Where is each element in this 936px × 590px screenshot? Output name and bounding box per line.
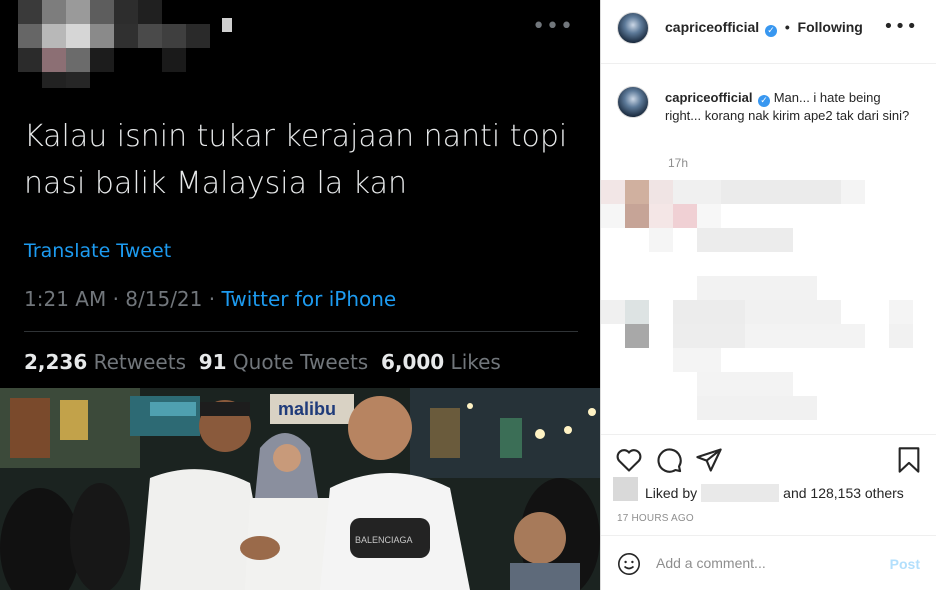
avatar[interactable]: [617, 12, 649, 44]
following-button[interactable]: Following: [798, 19, 863, 35]
actions-divider: [601, 434, 936, 435]
share-icon[interactable]: [695, 446, 723, 474]
comment-input[interactable]: [656, 555, 876, 571]
caption-username[interactable]: capriceofficial: [665, 90, 752, 105]
post-button[interactable]: Post: [890, 556, 920, 572]
tweet-source: Twitter for iPhone: [221, 287, 397, 311]
photo-illustration: malibu BALENCIAGA: [0, 388, 600, 590]
tweet-stats: 2,236 Retweets 91 Quote Tweets 6,000 Lik…: [24, 350, 501, 374]
blurred-liker-name[interactable]: [701, 484, 780, 502]
tweet-time: 1:21 AM · 8/15/21 ·: [24, 287, 222, 311]
retweets-count: 2,236: [24, 350, 88, 374]
caption-time: 17h: [668, 156, 689, 170]
quote-label: Quote Tweets: [226, 350, 381, 374]
likes-count: 6,000: [380, 350, 445, 374]
tweet-more-icon: •••: [532, 14, 574, 39]
caption-avatar[interactable]: [617, 86, 649, 118]
blurred-comments: [601, 180, 936, 430]
balenciaga-bag-text: BALENCIAGA: [355, 535, 413, 545]
malibu-sign-text: malibu: [278, 399, 336, 419]
event-photo: malibu BALENCIAGA: [0, 388, 600, 590]
blurred-tweet-author: [18, 0, 232, 88]
tweet-text: Kalau isnin tukar kerajaan nanti topi na…: [24, 119, 568, 201]
emoji-icon[interactable]: [617, 552, 641, 576]
verified-badge-icon: ✓: [765, 25, 778, 37]
post-media[interactable]: ••• Kalau isnin tukar kerajaan nanti top…: [0, 0, 601, 590]
likes-summary: Liked by and 128,153 others: [645, 484, 936, 502]
comment-icon[interactable]: [655, 446, 683, 474]
post-timestamp[interactable]: 17 HOURS AGO: [617, 513, 694, 524]
tweet-divider: [24, 331, 578, 332]
liker-avatar[interactable]: [613, 477, 638, 501]
heart-icon[interactable]: [615, 446, 643, 474]
quote-count: 91: [198, 350, 227, 374]
header-dot: •: [780, 19, 794, 35]
header-divider: [601, 63, 936, 64]
comment-bar: Post: [601, 535, 936, 590]
likes-label: Likes: [444, 350, 501, 374]
header-username[interactable]: capriceofficial: [665, 19, 759, 35]
more-options-icon[interactable]: •••: [883, 16, 918, 37]
caption-verified-icon: ✓: [758, 95, 771, 107]
tweet-timestamp: 1:21 AM · 8/15/21 · Twitter for iPhone: [24, 287, 396, 311]
translate-tweet-link: Translate Tweet: [24, 240, 172, 262]
post-panel: capriceofficial ✓ • Following ••• capric…: [601, 0, 936, 590]
post-header: capriceofficial ✓ • Following: [665, 19, 863, 37]
post-caption: capriceofficial ✓ Man... i hate being ri…: [665, 89, 915, 124]
bookmark-icon[interactable]: [895, 446, 923, 474]
liked-by-label: Liked by: [645, 485, 698, 501]
action-bar: [601, 442, 936, 478]
likes-others[interactable]: and 128,153 others: [783, 485, 904, 501]
retweets-label: Retweets: [87, 350, 199, 374]
